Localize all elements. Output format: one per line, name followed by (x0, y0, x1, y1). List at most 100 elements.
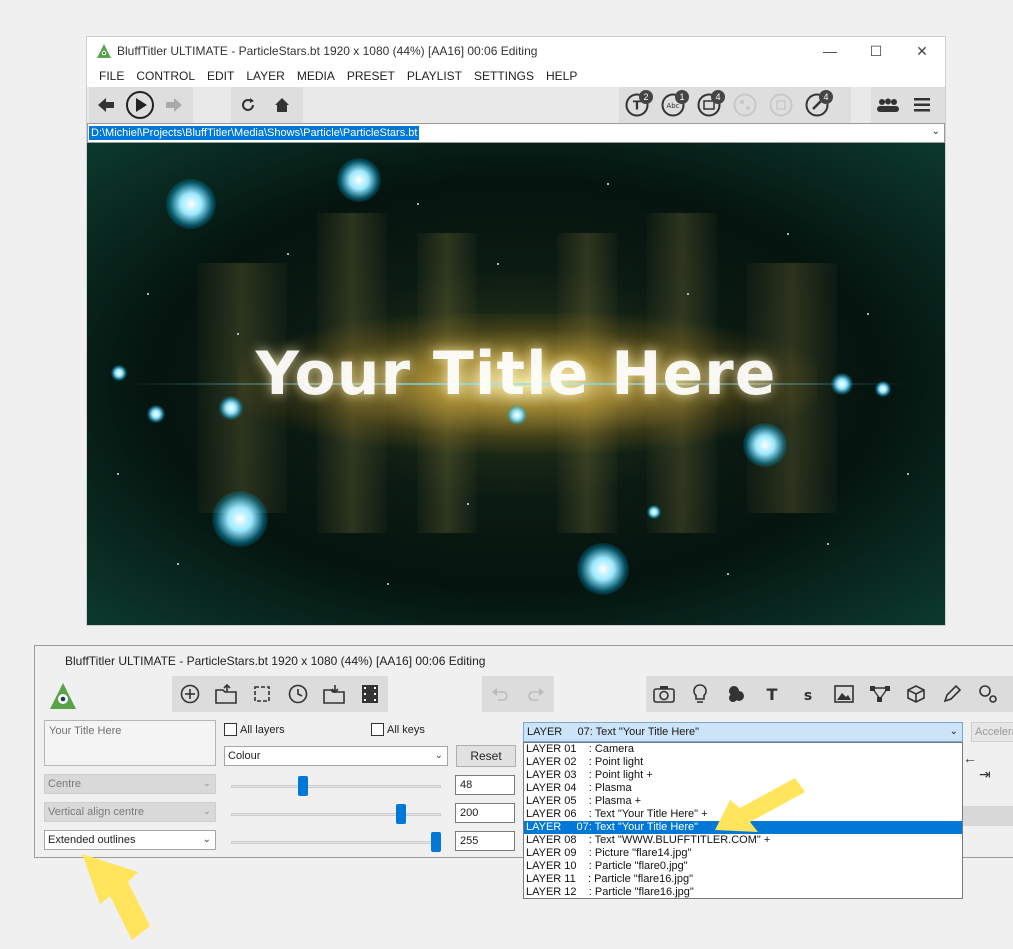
hamburger-icon (914, 98, 930, 112)
layer-option[interactable]: LAYER 11 : Particle "flare16.jpg" (524, 873, 962, 886)
align-select[interactable]: Centre ⌄ (44, 774, 216, 794)
blue-slider[interactable] (231, 832, 441, 852)
checkbox-box[interactable] (371, 723, 384, 736)
property-select-value: Colour (228, 750, 261, 762)
menu-control[interactable]: CONTROL (130, 69, 201, 83)
slider-track[interactable] (231, 785, 441, 788)
all-keys-checkbox[interactable]: All keys (371, 723, 425, 736)
menu-playlist[interactable]: PLAYLIST (401, 69, 468, 83)
all-layers-checkbox[interactable]: All layers (224, 723, 285, 736)
all-layers-label: All layers (240, 723, 285, 736)
users-button[interactable] (871, 87, 905, 123)
plus-circle-icon (180, 684, 200, 704)
text-count-badge: 2 (639, 90, 653, 104)
network-layer-button[interactable] (862, 676, 898, 712)
lightbulb-icon (693, 684, 707, 703)
add-layer-button[interactable] (172, 676, 208, 712)
add-abc-button[interactable]: Abc 1 (655, 87, 691, 123)
preview-canvas[interactable]: Your Title Here (87, 143, 945, 625)
slider-thumb[interactable] (396, 804, 406, 824)
layer-option[interactable]: LAYER 01 : Camera (524, 743, 962, 756)
crop-frame-icon (254, 686, 270, 702)
open-media-button[interactable] (208, 676, 244, 712)
acceleration-button[interactable]: Accelera (971, 722, 1013, 742)
chevron-down-icon[interactable]: ⌄ (950, 723, 958, 741)
undo-button[interactable] (482, 676, 518, 712)
layer-option[interactable]: LAYER 10 : Particle "flare0.jpg" (524, 860, 962, 873)
forward-button[interactable] (157, 87, 191, 123)
menu-settings[interactable]: SETTINGS (468, 69, 540, 83)
vertical-align-select[interactable]: Vertical align centre ⌄ (44, 802, 216, 822)
add-text-button[interactable]: T 2 (619, 87, 655, 123)
menu-help[interactable]: HELP (540, 69, 583, 83)
slider-thumb[interactable] (298, 776, 308, 796)
plasma-layer-button[interactable] (718, 676, 754, 712)
hamburger-menu-button[interactable] (905, 87, 939, 123)
picture-layer-button[interactable] (826, 676, 862, 712)
layer-option[interactable]: LAYER 12 : Particle "flare16.jpg" (524, 886, 962, 899)
play-button[interactable] (123, 87, 157, 123)
arrow-end-icon[interactable]: ⇥ (979, 766, 991, 782)
add-picture-button[interactable]: 4 (691, 87, 727, 123)
particle-layer-button[interactable] (970, 676, 1006, 712)
menu-layer[interactable]: LAYER (240, 69, 290, 83)
red-slider[interactable] (231, 776, 441, 796)
chevron-down-icon[interactable]: ⌄ (203, 803, 211, 821)
property-select[interactable]: Colour ⌄ (224, 746, 448, 766)
video-button[interactable] (352, 676, 388, 712)
subtitle-layer-button[interactable]: s (790, 676, 826, 712)
reset-button[interactable]: Reset (456, 745, 516, 767)
folder-upload-icon (215, 684, 237, 704)
import-button[interactable] (316, 676, 352, 712)
crop-button[interactable] (244, 676, 280, 712)
maximize-button[interactable]: ☐ (853, 37, 899, 65)
menu-file[interactable]: FILE (93, 69, 130, 83)
layer-text-input[interactable]: Your Title Here (44, 720, 216, 766)
close-button[interactable]: ✕ (899, 37, 945, 65)
minimize-button[interactable]: — (807, 37, 853, 65)
layer-option[interactable]: LAYER 02 : Point light (524, 756, 962, 769)
layer-option[interactable]: LAYER 09 : Picture "flare14.jpg" (524, 847, 962, 860)
timeline-bar[interactable] (957, 806, 1013, 826)
arrow-left-icon[interactable]: ← (963, 750, 977, 766)
star-dot (237, 333, 239, 335)
add-network-button[interactable] (727, 87, 763, 123)
chevron-down-icon[interactable]: ⌄ (203, 775, 211, 793)
refresh-button[interactable] (231, 87, 265, 123)
draw-layer-button[interactable] (934, 676, 970, 712)
blue-value-input[interactable]: 255 (455, 831, 515, 851)
add-tool-button[interactable]: 4 (799, 87, 835, 123)
chevron-down-icon[interactable]: ⌄ (932, 126, 940, 137)
timing-button[interactable] (280, 676, 316, 712)
file-path-combo[interactable]: D:\Michiel\Projects\BluffTitler\Media\Sh… (87, 123, 945, 143)
abc-count-badge: 1 (675, 90, 689, 104)
style-select[interactable]: Extended outlines ⌄ (44, 830, 216, 850)
arrow-right-icon (166, 98, 182, 112)
chevron-down-icon[interactable]: ⌄ (435, 747, 443, 765)
menu-edit[interactable]: EDIT (201, 69, 240, 83)
star-dot (177, 563, 179, 565)
light-layer-button[interactable] (682, 676, 718, 712)
camera-layer-button[interactable] (646, 676, 682, 712)
redo-button[interactable] (518, 676, 554, 712)
red-value-input[interactable]: 48 (455, 775, 515, 795)
layer-select[interactable]: LAYER 07: Text "Your Title Here" ⌄ (523, 722, 963, 742)
add-shape-button[interactable] (763, 87, 799, 123)
tool-count-badge: 4 (819, 90, 833, 104)
menu-media[interactable]: MEDIA (291, 69, 341, 83)
slider-thumb[interactable] (431, 832, 441, 852)
model-layer-button[interactable] (898, 676, 934, 712)
slider-track[interactable] (231, 841, 441, 844)
text-layer-button[interactable]: T (754, 676, 790, 712)
home-button[interactable] (265, 87, 299, 123)
green-value-input[interactable]: 200 (455, 803, 515, 823)
back-button[interactable] (89, 87, 123, 123)
green-slider[interactable] (231, 804, 441, 824)
file-path-text: D:\Michiel\Projects\BluffTitler\Media\Sh… (89, 126, 420, 140)
star-flare (337, 158, 381, 202)
slider-track[interactable] (231, 813, 441, 816)
particles-icon (979, 685, 997, 703)
menu-preset[interactable]: PRESET (341, 69, 401, 83)
checkbox-box[interactable] (224, 723, 237, 736)
chevron-down-icon[interactable]: ⌄ (203, 831, 211, 849)
